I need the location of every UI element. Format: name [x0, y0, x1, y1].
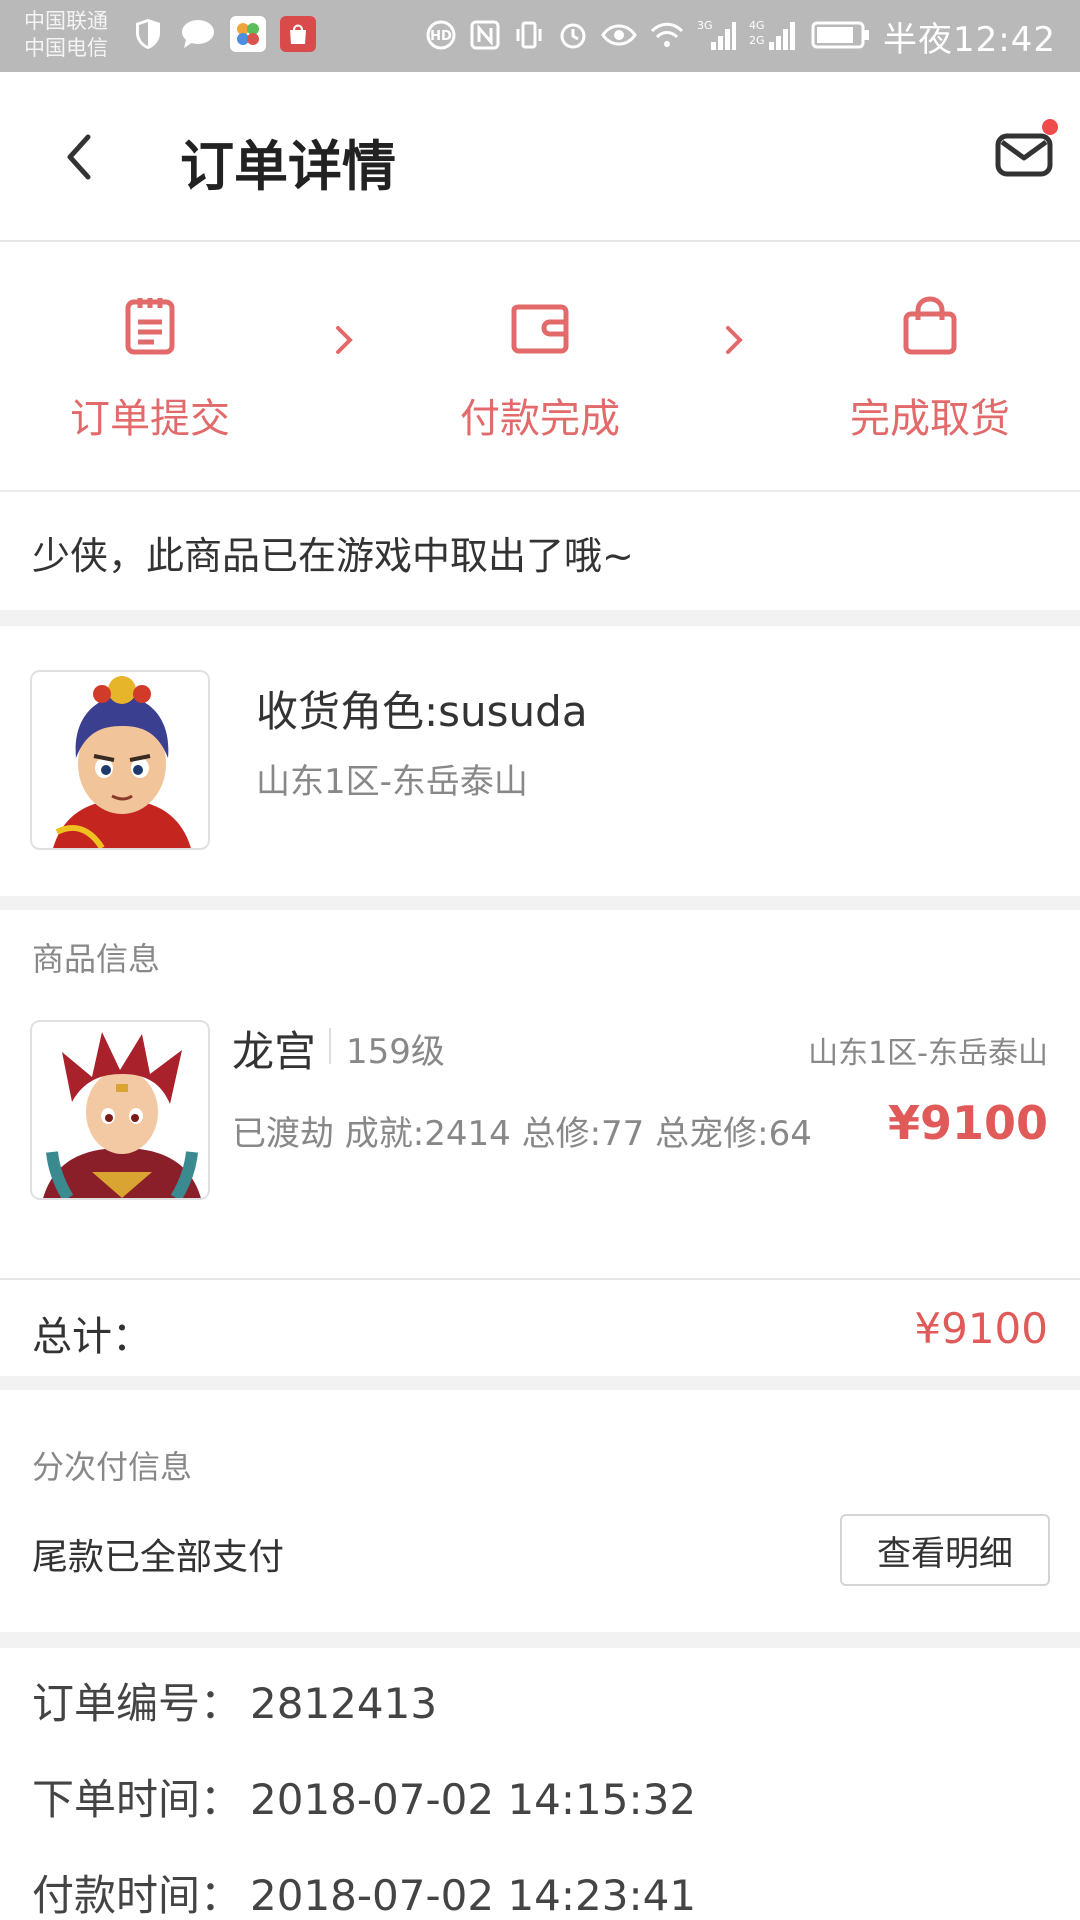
battery-icon	[811, 20, 871, 54]
receiver-role-name: 收货角色:susuda	[256, 687, 588, 736]
divider	[0, 610, 1080, 626]
installment-section: 分次付信息 尾款已全部支付 查看明细	[0, 1390, 1080, 1632]
network-3g-label: 3G	[697, 19, 713, 32]
goods-level: 159级	[346, 1032, 445, 1072]
app-header: 订单详情	[0, 72, 1080, 242]
photos-app-icon	[228, 14, 268, 54]
unread-badge	[1042, 119, 1058, 135]
notification-icons	[128, 14, 318, 54]
payment-time-label: 付款时间：	[32, 1871, 243, 1920]
order-number-row: 订单编号： 2812413	[32, 1670, 437, 1731]
section-title: 商品信息	[32, 940, 161, 978]
section-title: 分次付信息	[32, 1448, 193, 1486]
step-label: 付款完成	[460, 396, 620, 442]
divider	[329, 1028, 331, 1064]
network-2g-label: 2G	[749, 34, 765, 47]
total-label: 总计：	[32, 1314, 152, 1360]
goods-stats: 已渡劫 成就:2414 总修:77 总宠修:64	[232, 1114, 812, 1154]
wifi-icon	[649, 19, 685, 55]
goods-character-class: 龙宫	[232, 1027, 317, 1076]
signal-4g-icon: 4G 2G	[749, 18, 799, 56]
goods-server: 山东1区-东岳泰山	[808, 1036, 1048, 1071]
system-indicators: HD 3G 4G 2G 半夜12:42	[425, 12, 1056, 61]
eye-comfort-icon	[601, 19, 637, 55]
signal-3g-icon: 3G	[697, 18, 737, 56]
goods-character-avatar[interactable]	[30, 1020, 210, 1200]
carrier-info: 中国联通 中国电信	[24, 8, 108, 62]
receiver-avatar	[30, 670, 210, 850]
network-4g-label: 4G	[749, 19, 765, 32]
installment-status: 尾款已全部支付	[32, 1537, 285, 1578]
alarm-icon	[557, 19, 589, 55]
shield-icon	[128, 14, 168, 54]
back-button[interactable]	[56, 127, 106, 187]
step-pickup-complete: 完成取货	[820, 294, 1040, 444]
nfc-icon	[469, 19, 501, 55]
shopping-bag-icon	[903, 296, 957, 355]
chat-bubble-icon	[178, 14, 218, 54]
clock: 半夜12:42	[883, 20, 1056, 60]
receiver-card: 收货角色:susuda 山东1区-东岳泰山	[0, 626, 1080, 896]
divider	[0, 896, 1080, 910]
wallet-icon	[511, 304, 569, 354]
page-title: 订单详情	[180, 135, 396, 198]
total-row: 总计： ¥9100	[0, 1278, 1080, 1376]
step-order-submitted: 订单提交	[40, 294, 260, 444]
payment-time-row: 付款时间： 2018-07-02 14:23:41	[32, 1862, 696, 1920]
order-info-section: 订单编号： 2812413 下单时间： 2018-07-02 14:15:32 付款…	[0, 1648, 1080, 1920]
carrier-1: 中国联通	[24, 9, 108, 33]
step-label: 完成取货	[850, 396, 1010, 442]
order-time-value: 2018-07-02 14:15:32	[250, 1775, 697, 1824]
back-arrow-icon	[67, 134, 91, 180]
chevron-right-icon	[330, 314, 360, 364]
pickup-notice: 少侠，此商品已在游戏中取出了哦~	[0, 494, 1080, 610]
order-time-label: 下单时间：	[32, 1775, 243, 1824]
divider	[0, 1376, 1080, 1390]
view-details-button[interactable]: 查看明细	[840, 1514, 1050, 1586]
order-progress-steps: 订单提交 付款完成 完成取货	[0, 244, 1080, 492]
status-bar: 中国联通 中国电信 HD 3G 4G 2G 半夜12:42	[0, 0, 1080, 72]
goods-info-section: 商品信息 龙宫 159级 山东1区-东岳泰山 已渡劫 成就:2414 总修:77…	[0, 910, 1080, 1278]
hd-icon: HD	[425, 19, 457, 55]
step-payment-complete: 付款完成	[430, 294, 650, 444]
goods-price: ¥9100	[887, 1096, 1048, 1150]
receiver-server: 山东1区-东岳泰山	[256, 762, 528, 802]
order-number-label: 订单编号：	[32, 1679, 243, 1728]
order-time-row: 下单时间： 2018-07-02 14:15:32	[32, 1766, 696, 1827]
chevron-right-icon	[720, 314, 750, 364]
svg-text:HD: HD	[430, 29, 452, 44]
divider	[0, 1632, 1080, 1648]
carrier-2: 中国电信	[24, 36, 108, 60]
total-value: ¥9100	[914, 1304, 1048, 1353]
order-number-value: 2812413	[250, 1679, 438, 1728]
huawei-store-icon	[278, 14, 318, 54]
payment-time-value: 2018-07-02 14:23:41	[250, 1871, 697, 1920]
vibrate-icon	[513, 19, 545, 55]
step-label: 订单提交	[70, 396, 230, 442]
clipboard-icon	[125, 298, 175, 355]
